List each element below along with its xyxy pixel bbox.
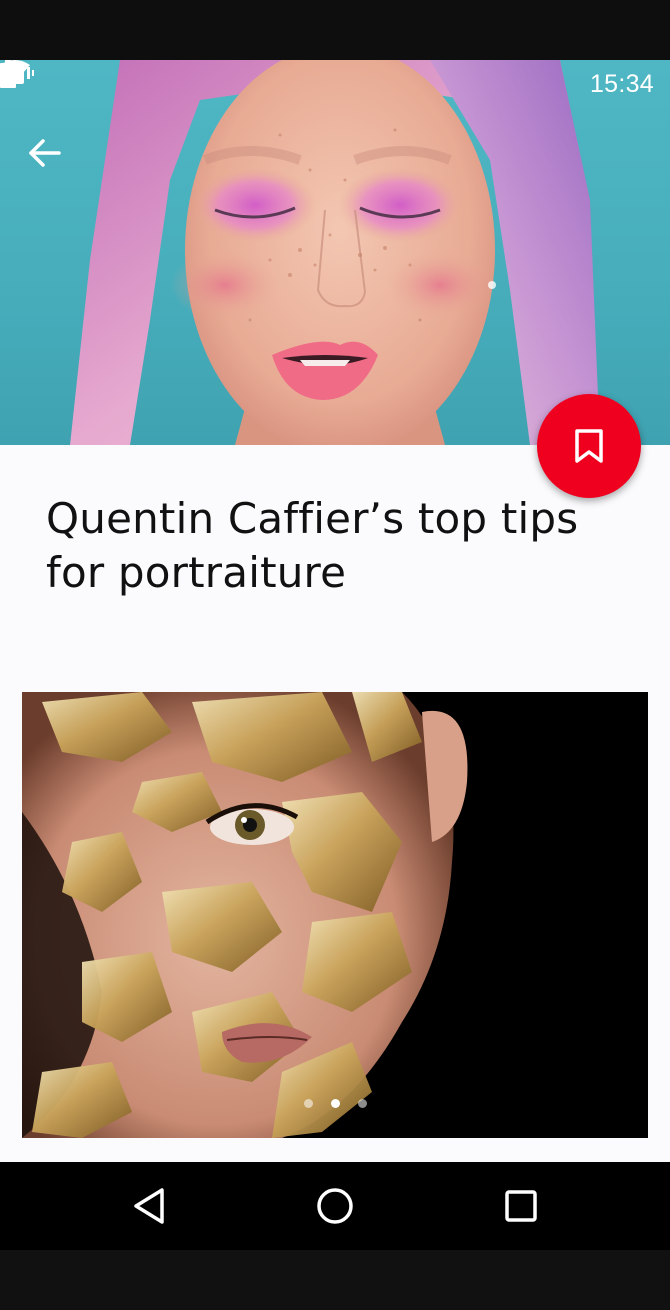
home-circle-icon — [317, 1188, 353, 1224]
carousel-image-gold-leaf-portrait — [22, 692, 648, 1138]
hero-image: 15:34 — [0, 60, 670, 445]
carousel-dot-1[interactable] — [303, 1099, 313, 1108]
nav-back-button[interactable] — [114, 1171, 184, 1241]
recents-square-icon — [505, 1190, 537, 1222]
back-triangle-icon — [134, 1188, 164, 1224]
bookmark-button[interactable] — [537, 394, 641, 498]
arrow-left-icon — [29, 139, 61, 167]
app-screen: 15:34 Quentin Caffier’s top tips for por… — [0, 60, 670, 1250]
article-title: Quentin Caffier’s top tips for portraitu… — [46, 494, 579, 597]
bottom-bezel — [0, 1250, 670, 1310]
status-bar: 15:34 — [0, 60, 670, 108]
nav-home-button[interactable] — [300, 1171, 370, 1241]
carousel-dot-3[interactable] — [357, 1099, 367, 1108]
back-button[interactable] — [28, 138, 76, 178]
status-time: 15:34 — [589, 69, 654, 98]
carousel-dot-2[interactable] — [330, 1099, 340, 1108]
top-bezel — [0, 0, 670, 60]
image-carousel[interactable] — [22, 692, 648, 1138]
carousel-pagination — [22, 1099, 648, 1108]
hero-portrait-illustration — [70, 60, 600, 445]
nav-recents-button[interactable] — [486, 1171, 556, 1241]
bookmark-icon — [575, 429, 603, 463]
system-nav-bar — [0, 1162, 670, 1250]
